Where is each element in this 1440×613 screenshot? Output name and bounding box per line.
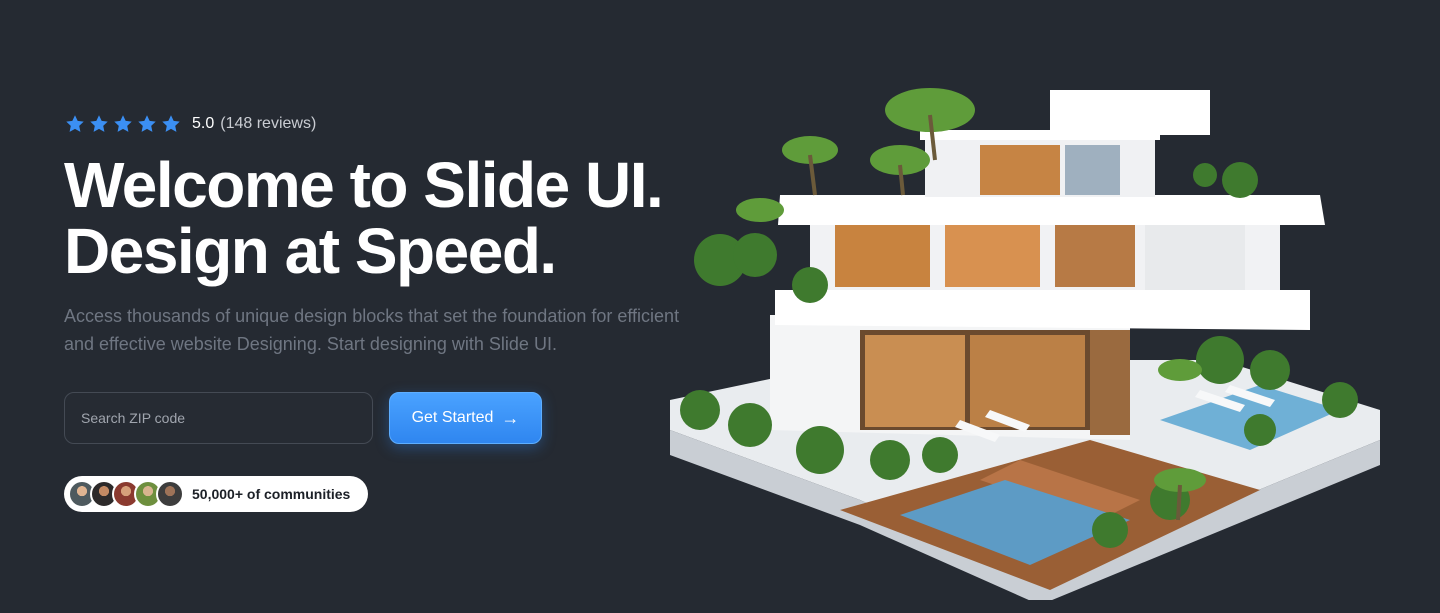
avatar-group	[68, 480, 184, 508]
star-icon	[64, 113, 86, 135]
star-icon	[112, 113, 134, 135]
hero-actions: Get Started →	[64, 392, 704, 444]
community-count: 50,000+ of communities	[192, 486, 351, 502]
ground-floor-window	[865, 335, 965, 427]
zip-search-input[interactable]	[64, 392, 373, 444]
top-floor-window	[980, 145, 1060, 195]
rating-stars	[64, 113, 182, 135]
rating: 5.0 (148 reviews)	[64, 110, 704, 138]
page-title: Welcome to Slide UI. Design at Speed.	[64, 152, 704, 284]
middle-floor-block	[1145, 220, 1245, 290]
middle-floor-window	[945, 225, 1040, 287]
middle-floor-window	[835, 225, 930, 287]
middle-floor-window	[1055, 225, 1135, 287]
headline-line-1: Welcome to Slide UI.	[64, 149, 664, 221]
community-badge: 50,000+ of communities	[64, 476, 369, 512]
hero-section: 5.0 (148 reviews) Welcome to Slide UI. D…	[0, 0, 1440, 613]
upper-slab	[778, 195, 1325, 225]
get-started-label: Get Started	[411, 409, 494, 426]
roof-edge	[920, 130, 1160, 140]
ground-floor-window	[970, 335, 1085, 427]
rating-reviews-count: (148 reviews)	[220, 115, 317, 132]
roof-block	[1050, 90, 1210, 135]
wood-panel	[1090, 330, 1130, 435]
house-illustration	[660, 60, 1390, 600]
get-started-button[interactable]: Get Started →	[389, 392, 542, 444]
middle-slab	[775, 290, 1310, 330]
rating-score: 5.0	[192, 115, 215, 132]
house-image	[670, 88, 1380, 600]
avatar	[156, 480, 184, 508]
arrow-right-icon: →	[501, 408, 520, 428]
top-floor-window	[1065, 145, 1120, 195]
star-icon	[136, 113, 158, 135]
star-icon	[88, 113, 110, 135]
headline-line-2: Design at Speed.	[64, 215, 557, 287]
hero-content: 5.0 (148 reviews) Welcome to Slide UI. D…	[64, 110, 704, 513]
star-icon	[160, 113, 182, 135]
hero-description: Access thousands of unique design blocks…	[64, 306, 680, 354]
